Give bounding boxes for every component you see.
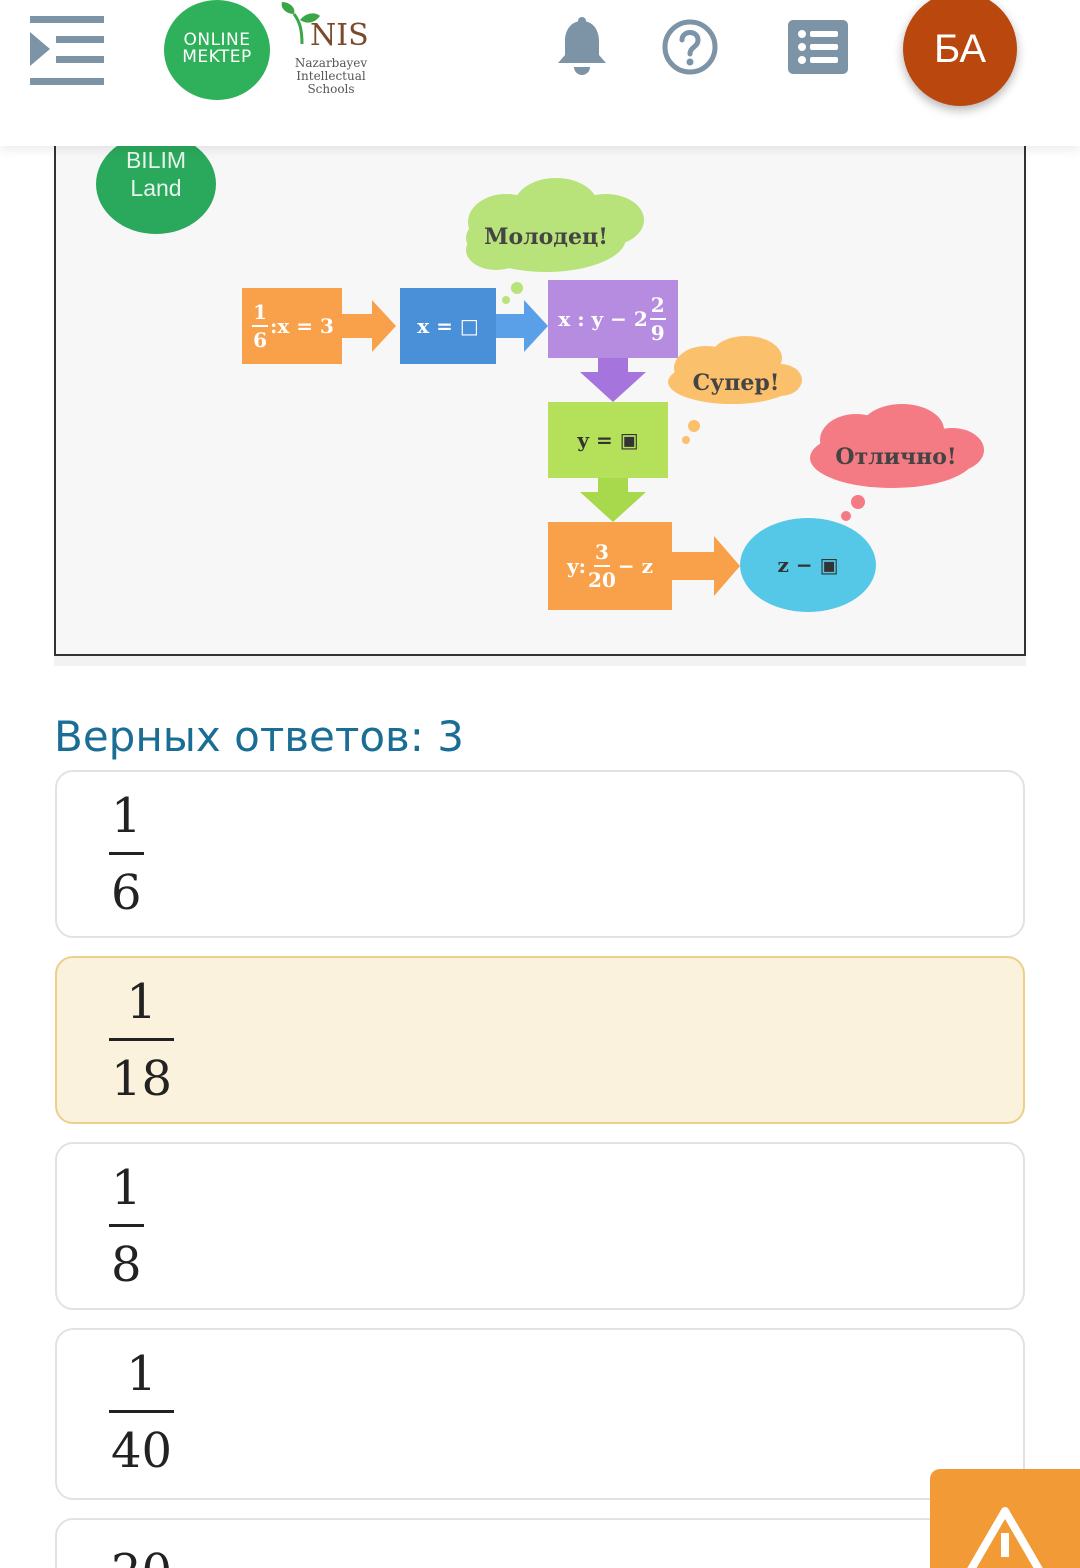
warning-icon: [967, 1507, 1043, 1568]
answer-option-5-fraction: 20: [109, 1548, 174, 1568]
box5-den: 20: [588, 568, 616, 592]
fraction-bar: [109, 852, 144, 855]
box5-prefix: y:: [567, 554, 587, 578]
flow-box-2: x = □: [400, 288, 496, 364]
help-button[interactable]: [658, 14, 722, 80]
fraction-bar: [109, 1038, 175, 1041]
nis-title: NIS: [310, 18, 369, 53]
option-denominator: 40: [111, 1423, 173, 1479]
answer-option-4-fraction: 1 40: [109, 1346, 175, 1479]
fraction-bar: [109, 1224, 144, 1227]
box3-den: 9: [650, 321, 665, 345]
top-header: ONLINE MEKTEP NIS Nazarbayev Intellectua…: [0, 0, 1080, 146]
menu-indent-icon: [30, 16, 104, 85]
flow-diagram-shapes: [340, 178, 984, 596]
option-denominator: 18: [111, 1051, 173, 1107]
answer-option-1-fraction: 1 6: [109, 792, 144, 917]
bell-icon: [558, 17, 606, 75]
flow-box-1: 1 6 :x = 3: [242, 288, 342, 364]
option-denominator: 8: [111, 1237, 142, 1293]
box3-fraction: 2 9: [649, 295, 666, 345]
nis-logo: NIS Nazarbayev Intellectual Schools: [276, 0, 386, 104]
box1-text: :x = 3: [270, 314, 334, 338]
notifications-button[interactable]: [550, 14, 614, 80]
arrow-1: [340, 300, 396, 352]
box5-suffix: − z: [617, 554, 653, 578]
arrow-5: [670, 536, 740, 596]
option-numerator: 1: [126, 1346, 157, 1402]
user-avatar[interactable]: БА: [903, 0, 1017, 106]
answer-option-2[interactable]: 1 18: [55, 956, 1025, 1124]
flow-box-3: x : y − 2 2 9: [548, 280, 678, 358]
answer-option-2-fraction: 1 18: [109, 974, 175, 1107]
cloud-otlichno-text: Отлично!: [835, 444, 957, 470]
flow-ellipse: z − ▣: [740, 518, 876, 612]
answer-option-4[interactable]: 1 40: [55, 1328, 1025, 1500]
option-numerator: 1: [126, 974, 157, 1030]
cloud-super-text: Супер!: [692, 370, 780, 396]
fraction-bar: [109, 1410, 175, 1413]
box3-num: 2: [649, 295, 666, 320]
arrow-2: [496, 300, 548, 352]
arrow-4: [580, 476, 646, 522]
list-icon: [788, 20, 848, 74]
box5-fraction: 3 20: [588, 542, 616, 590]
nis-subtitle: Nazarbayev Intellectual Schools: [276, 57, 386, 96]
arrow-3: [580, 356, 646, 402]
box1-fraction: 1 6: [252, 302, 268, 350]
box3-text: x : y − 2: [558, 307, 648, 331]
question-image: BILIM Land Молодец! Супер! Отлично! 1 6 …: [54, 134, 1026, 656]
box1-num: 1: [252, 302, 268, 327]
nis-subtitle-line3: Schools: [307, 82, 355, 96]
answer-option-1[interactable]: 1 6: [55, 770, 1025, 938]
questions-list-button[interactable]: [786, 14, 850, 80]
correct-answers-count: Верных ответов: 3: [54, 712, 465, 761]
flow-box-4: y = ▣: [548, 402, 668, 478]
option-numerator: 1: [111, 1160, 142, 1216]
box5-num: 3: [594, 542, 610, 567]
option-numerator: 20: [109, 1548, 174, 1568]
answer-option-3-fraction: 1 8: [109, 1164, 144, 1289]
flow-box-5: y: 3 20 − z: [548, 522, 672, 610]
question-image-footer: [54, 656, 1026, 666]
answer-option-5[interactable]: 20: [55, 1518, 1025, 1568]
option-numerator: 1: [111, 788, 142, 844]
option-denominator: 6: [111, 865, 142, 921]
online-mektep-logo-text: ONLINE MEKTEP: [182, 30, 252, 67]
menu-toggle-button[interactable]: [28, 14, 106, 88]
online-mektep-logo[interactable]: ONLINE MEKTEP: [164, 0, 270, 100]
cloud-molodets-text: Молодец!: [484, 224, 608, 250]
box1-den: 6: [253, 328, 267, 352]
report-problem-button[interactable]: [930, 1469, 1080, 1568]
question-circle-icon: [662, 19, 718, 75]
answer-option-3[interactable]: 1 8: [55, 1142, 1025, 1310]
